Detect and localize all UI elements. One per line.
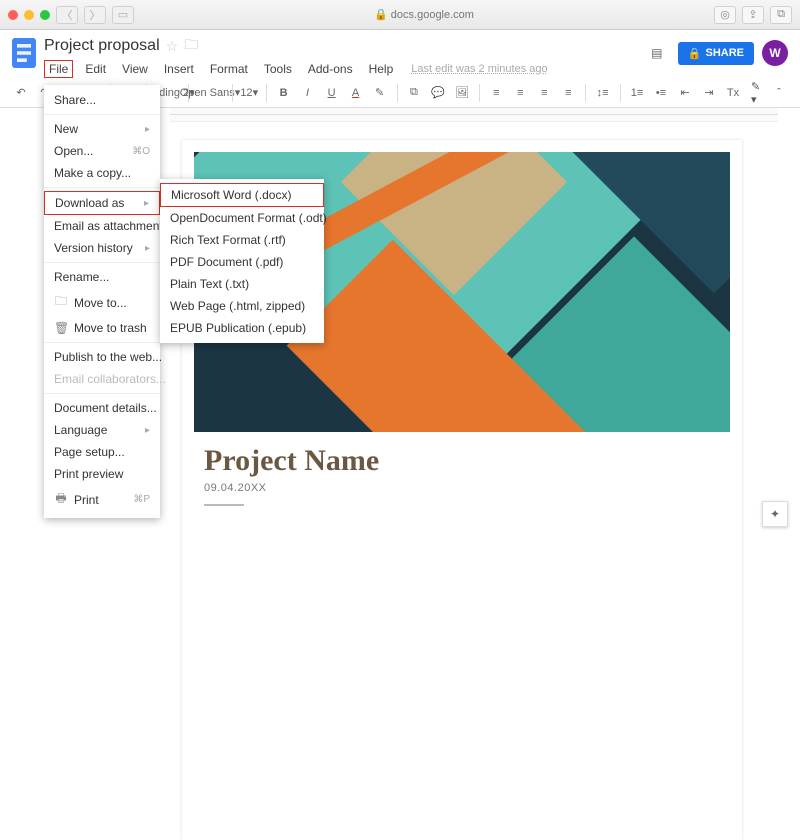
menu-version-history[interactable]: Version history▸ bbox=[44, 237, 160, 259]
editing-mode-button[interactable]: ✎ ▾ bbox=[748, 83, 766, 103]
submenu-docx[interactable]: Microsoft Word (.docx) bbox=[160, 183, 324, 207]
lock-icon: 🔒 bbox=[688, 47, 702, 60]
menu-download-as[interactable]: Download as▸ bbox=[44, 191, 160, 215]
menu-rename[interactable]: Rename... bbox=[44, 266, 160, 288]
menu-print[interactable]: 🖶Print⌘P bbox=[44, 485, 160, 514]
avatar[interactable]: W bbox=[762, 40, 788, 66]
share-label: SHARE bbox=[705, 47, 744, 59]
align-justify-button[interactable]: ≡ bbox=[559, 83, 577, 103]
menu-edit[interactable]: Edit bbox=[81, 61, 110, 77]
share-chrome-button[interactable]: ⇪ bbox=[742, 6, 764, 24]
share-button[interactable]: 🔒 SHARE bbox=[678, 42, 754, 65]
folder-icon: 🗀 bbox=[54, 292, 68, 313]
browser-chrome: 〈 〉 ▭ 🔒 docs.google.com ◎ ⇪ ⧉ bbox=[0, 0, 800, 30]
italic-button[interactable]: I bbox=[299, 83, 317, 103]
font-dropdown[interactable]: Open Sans ▾ bbox=[196, 83, 224, 103]
sidebar-button[interactable]: ▭ bbox=[112, 6, 134, 24]
project-name-heading[interactable]: Project Name bbox=[204, 444, 742, 478]
align-left-button[interactable]: ≡ bbox=[487, 83, 505, 103]
insert-image-button[interactable]: 🖼 bbox=[453, 83, 471, 103]
maximize-window-icon[interactable] bbox=[40, 10, 50, 20]
docs-logo-icon[interactable] bbox=[12, 38, 36, 68]
align-right-button[interactable]: ≡ bbox=[535, 83, 553, 103]
google-docs-app: Project proposal ☆ 🗀 File Edit View Inse… bbox=[0, 30, 800, 539]
forward-button[interactable]: 〉 bbox=[84, 6, 106, 24]
menu-file[interactable]: File bbox=[44, 60, 73, 78]
submenu-html[interactable]: Web Page (.html, zipped) bbox=[160, 295, 324, 317]
bold-button[interactable]: B bbox=[275, 83, 293, 103]
comments-icon[interactable]: ▤ bbox=[644, 40, 670, 66]
lock-icon: 🔒 bbox=[374, 9, 388, 21]
align-center-button[interactable]: ≡ bbox=[511, 83, 529, 103]
line-spacing-button[interactable]: ↕≡ bbox=[594, 83, 612, 103]
submenu-rtf[interactable]: Rich Text Format (.rtf) bbox=[160, 229, 324, 251]
numbered-list-button[interactable]: 1≡ bbox=[628, 83, 646, 103]
menu-move-to[interactable]: 🗀Move to... bbox=[44, 288, 160, 317]
insert-link-button[interactable]: ⧉ bbox=[405, 83, 423, 103]
close-window-icon[interactable] bbox=[8, 10, 18, 20]
titlebar: Project proposal ☆ 🗀 File Edit View Inse… bbox=[0, 30, 800, 78]
trash-icon: 🗑 bbox=[54, 321, 68, 335]
print-icon: 🖶 bbox=[54, 489, 68, 510]
clear-formatting-button[interactable]: Tx bbox=[724, 83, 742, 103]
menu-print-preview[interactable]: Print preview bbox=[44, 463, 160, 485]
menu-help[interactable]: Help bbox=[365, 61, 398, 77]
menu-insert[interactable]: Insert bbox=[160, 61, 198, 77]
url-text: docs.google.com bbox=[391, 9, 474, 21]
menu-share[interactable]: Share... bbox=[44, 89, 160, 111]
bulleted-list-button[interactable]: •≡ bbox=[652, 83, 670, 103]
menu-email-collab: Email collaborators... bbox=[44, 368, 160, 390]
menu-open[interactable]: Open...⌘O bbox=[44, 140, 160, 162]
menu-make-copy[interactable]: Make a copy... bbox=[44, 162, 160, 184]
insert-comment-button[interactable]: 💬 bbox=[429, 83, 447, 103]
menubar: File Edit View Insert Format Tools Add-o… bbox=[44, 60, 548, 78]
reader-button[interactable]: ◎ bbox=[714, 6, 736, 24]
doc-title[interactable]: Project proposal bbox=[44, 37, 160, 55]
font-size-dropdown[interactable]: 12 ▾ bbox=[240, 83, 258, 103]
minimize-window-icon[interactable] bbox=[24, 10, 34, 20]
menu-view[interactable]: View bbox=[118, 61, 152, 77]
underline-button[interactable]: U bbox=[323, 83, 341, 103]
menu-move-trash[interactable]: 🗑Move to trash bbox=[44, 317, 160, 339]
menu-addons[interactable]: Add-ons bbox=[304, 61, 357, 77]
submenu-pdf[interactable]: PDF Document (.pdf) bbox=[160, 251, 324, 273]
back-button[interactable]: 〈 bbox=[56, 6, 78, 24]
url-bar[interactable]: 🔒 docs.google.com bbox=[140, 8, 708, 21]
menu-publish-web[interactable]: Publish to the web... bbox=[44, 346, 160, 368]
ruler[interactable] bbox=[170, 108, 778, 122]
divider bbox=[204, 504, 244, 506]
text-color-button[interactable]: A bbox=[347, 83, 365, 103]
submenu-odt[interactable]: OpenDocument Format (.odt) bbox=[160, 207, 324, 229]
menu-format[interactable]: Format bbox=[206, 61, 252, 77]
star-icon[interactable]: ☆ bbox=[166, 38, 179, 55]
undo-button[interactable]: ↶ bbox=[12, 83, 30, 103]
collapse-toolbar-button[interactable]: ˆ bbox=[770, 83, 788, 103]
file-menu: Share... New▸ Open...⌘O Make a copy... D… bbox=[44, 85, 160, 518]
download-as-submenu: Microsoft Word (.docx) OpenDocument Form… bbox=[160, 179, 324, 343]
last-edit-link[interactable]: Last edit was 2 minutes ago bbox=[411, 63, 547, 75]
menu-doc-details[interactable]: Document details... bbox=[44, 397, 160, 419]
move-folder-icon[interactable]: 🗀 bbox=[184, 34, 198, 58]
decrease-indent-button[interactable]: ⇤ bbox=[676, 83, 694, 103]
menu-tools[interactable]: Tools bbox=[260, 61, 296, 77]
submenu-epub[interactable]: EPUB Publication (.epub) bbox=[160, 317, 324, 339]
submenu-txt[interactable]: Plain Text (.txt) bbox=[160, 273, 324, 295]
menu-language[interactable]: Language▸ bbox=[44, 419, 160, 441]
tabs-button[interactable]: ⧉ bbox=[770, 6, 792, 24]
menu-page-setup[interactable]: Page setup... bbox=[44, 441, 160, 463]
explore-button[interactable]: ✦ bbox=[762, 501, 788, 527]
project-date[interactable]: 09.04.20XX bbox=[204, 482, 742, 494]
traffic-lights bbox=[8, 10, 50, 20]
highlight-button[interactable]: ✎ bbox=[371, 83, 389, 103]
increase-indent-button[interactable]: ⇥ bbox=[700, 83, 718, 103]
menu-new[interactable]: New▸ bbox=[44, 118, 160, 140]
menu-email-attachment[interactable]: Email as attachment... bbox=[44, 215, 160, 237]
